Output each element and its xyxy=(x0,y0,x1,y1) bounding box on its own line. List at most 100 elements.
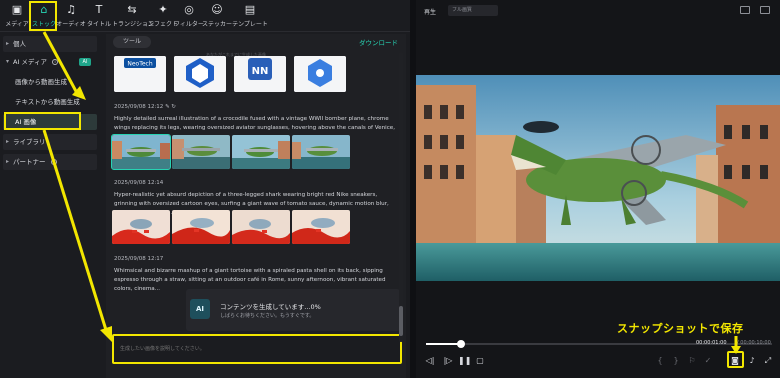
fit-screen-icon[interactable] xyxy=(740,6,750,14)
logo-text: NeoTech xyxy=(127,61,152,68)
pause-icon[interactable]: ❚❚ xyxy=(458,355,471,367)
timeline-playhead[interactable] xyxy=(456,340,465,348)
generated-image-thumb[interactable] xyxy=(112,210,170,244)
ai-image-highlight xyxy=(4,112,81,130)
player-header: 再生 フル画質 xyxy=(416,0,780,20)
effect-icon: ✦ xyxy=(158,3,168,16)
toolbar-template[interactable]: ▤ テンプレート xyxy=(230,2,270,30)
generating-title: コンテンツを生成しています...0% xyxy=(220,303,321,311)
sticker-icon: ☺ xyxy=(211,3,223,16)
info-icon: i xyxy=(52,59,59,65)
render-preview-icon[interactable]: ⚐ xyxy=(686,355,698,367)
sidebar-item-text-to-video[interactable]: テキストから動画生成 xyxy=(3,94,97,110)
sidebar-item-label: AI メディア xyxy=(13,58,47,66)
audio-icon: ♫ xyxy=(66,3,76,16)
info-icon: i xyxy=(50,159,57,165)
logo-text: NN xyxy=(252,66,269,77)
generated-image-thumb[interactable] xyxy=(232,210,290,244)
caret-down-icon: ▾ xyxy=(6,58,10,65)
quality-select[interactable]: フル画質 xyxy=(448,5,498,16)
sidebar-item-label: パートナー xyxy=(13,158,46,166)
previous-frame-icon[interactable]: ◁| xyxy=(424,355,436,367)
top-toolbar: ▣ メディア ⌂ ストック ♫ オーディオ T タイトル ⇆ トランジション ✦… xyxy=(0,0,410,32)
generated-image-thumb[interactable] xyxy=(111,134,171,170)
toolbar-sticker[interactable]: ☺ ステッカー xyxy=(200,2,234,30)
sidebar: ▸ 個人 ▾ AI メディア i AI 画像から動画生成 テキストから動画生成 … xyxy=(0,34,100,378)
generating-status: AI コンテンツを生成しています...0% しばらくお待ちください。もうすぐです… xyxy=(186,289,400,331)
logo-image xyxy=(294,56,346,92)
download-link[interactable]: ダウンロード xyxy=(359,37,398,47)
toolbar-label: ステッカー xyxy=(201,21,232,28)
audio-volume-icon[interactable]: ♪ xyxy=(746,355,758,367)
toolbar-label: タイトル xyxy=(86,21,111,28)
logo-image: NN xyxy=(234,56,286,92)
sidebar-item-image-to-video[interactable]: 画像から動画生成 xyxy=(3,74,97,90)
date-text: 2025/09/08 12:12 xyxy=(114,104,164,110)
total-time: / 00:00:10:00 xyxy=(737,340,771,346)
logo-image xyxy=(174,56,226,92)
toolbar-title[interactable]: T タイトル xyxy=(82,2,116,30)
caret-right-icon: ▸ xyxy=(6,40,10,47)
title-icon: T xyxy=(95,3,103,16)
date-text: 2025/09/08 12:17 xyxy=(114,256,164,262)
prompt-input[interactable] xyxy=(120,344,380,354)
crocodile-plane-image xyxy=(292,135,350,169)
caret-right-icon: ▸ xyxy=(6,138,10,145)
crocodile-plane-preview xyxy=(416,75,780,281)
media-panel: ▣ メディア ⌂ ストック ♫ オーディオ T タイトル ⇆ トランジション ✦… xyxy=(0,0,410,378)
regenerate-icon[interactable]: ↻ xyxy=(171,104,176,110)
toolbar-label: テンプレート xyxy=(232,21,268,28)
group-date: 2025/09/08 12:12 ✎ ↻ xyxy=(114,104,176,110)
image-row xyxy=(111,134,400,170)
scrollbar-thumb[interactable] xyxy=(399,306,403,336)
generated-image-thumb[interactable] xyxy=(294,56,346,92)
date-text: 2025/09/08 12:14 xyxy=(114,180,164,186)
prompt-box xyxy=(112,334,402,364)
sidebar-item-personal[interactable]: ▸ 個人 xyxy=(3,36,97,52)
timeline-progress xyxy=(426,343,461,345)
sidebar-item-label: 個人 xyxy=(13,40,26,48)
shark-image xyxy=(172,210,230,244)
ai-badge: AI xyxy=(79,58,91,66)
mark-out-icon[interactable]: } xyxy=(670,355,682,367)
snapshot-annotation: スナップショットで保存 xyxy=(617,322,744,335)
preview-viewer xyxy=(416,75,780,281)
ai-generating-icon: AI xyxy=(190,299,210,319)
player-title: 再生 xyxy=(424,9,437,16)
results-scrollbar[interactable] xyxy=(399,52,403,342)
next-frame-icon[interactable]: |▷ xyxy=(442,355,454,367)
fullscreen-icon[interactable]: ⤢ xyxy=(762,355,774,367)
generated-image-thumb[interactable] xyxy=(172,135,230,169)
generating-subtitle: しばらくお待ちください。もうすぐです。 xyxy=(220,313,315,319)
generated-image-thumb[interactable] xyxy=(174,56,226,92)
generated-image-thumb[interactable]: NN xyxy=(234,56,286,92)
generated-image-thumb[interactable] xyxy=(292,135,350,169)
logo-image: NeoTech xyxy=(114,56,166,92)
media-icon: ▣ xyxy=(11,3,23,16)
shark-image xyxy=(232,210,290,244)
mark-in-icon[interactable]: { xyxy=(654,355,666,367)
sidebar-item-partner[interactable]: ▸ パートナー i xyxy=(3,154,97,170)
ai-image-results: ツール ダウンロード あなたがこれまでに生成した画像 NeoTech NN 20… xyxy=(106,34,406,378)
sidebar-item-library[interactable]: ▸ ライブラリ xyxy=(3,134,97,150)
crocodile-plane-image xyxy=(172,135,230,169)
generated-image-thumb[interactable] xyxy=(172,210,230,244)
edit-icon[interactable]: ✎ xyxy=(165,104,170,110)
template-icon: ▤ xyxy=(244,3,256,16)
generated-image-thumb[interactable] xyxy=(232,135,290,169)
sidebar-item-label: テキストから動画生成 xyxy=(15,98,80,106)
tool-button[interactable]: ツール xyxy=(113,36,151,48)
sidebar-item-label: ライブラリ xyxy=(13,138,46,146)
snapshot-highlight xyxy=(727,351,744,368)
shark-image xyxy=(112,210,170,244)
grid-view-icon[interactable] xyxy=(760,6,770,14)
group-date: 2025/09/08 12:14 xyxy=(114,180,163,186)
generated-image-thumb[interactable] xyxy=(292,210,350,244)
sidebar-item-ai-media[interactable]: ▾ AI メディア i AI xyxy=(3,54,97,70)
generated-image-thumb[interactable]: NeoTech xyxy=(114,56,166,92)
image-row xyxy=(112,210,400,244)
current-time: 00:00:01:00 xyxy=(696,340,727,346)
render-icon[interactable]: ✓ xyxy=(702,355,714,367)
sidebar-item-label: 画像から動画生成 xyxy=(15,78,67,86)
stop-icon[interactable]: ▢ xyxy=(474,355,486,367)
